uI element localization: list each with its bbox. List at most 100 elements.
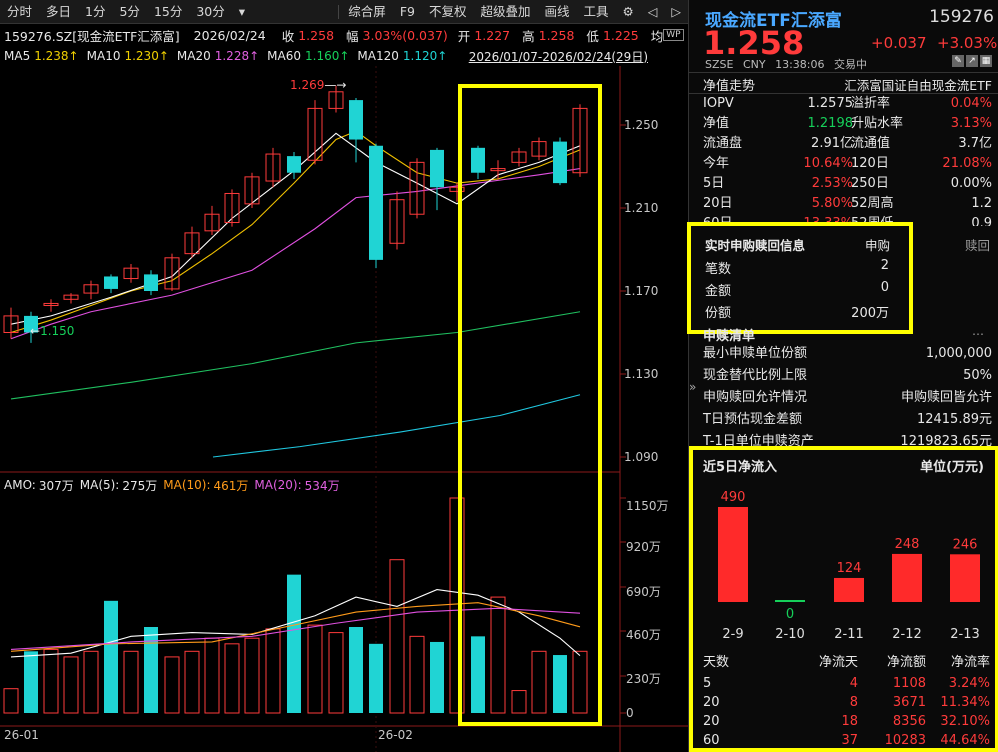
pencil-icon[interactable]: ✎ xyxy=(952,55,964,67)
collapse-arrow-icon[interactable]: » xyxy=(689,380,701,394)
volume-bar xyxy=(244,637,260,714)
fund-code: 159276 xyxy=(929,7,994,27)
period-tab-15min[interactable]: 15分 xyxy=(147,0,189,24)
netflow-table-cell: 5 xyxy=(703,676,712,691)
panel-tools: ✎ ↗ ▦ xyxy=(952,55,992,67)
volume-bar xyxy=(83,650,99,714)
netflow-bar xyxy=(834,577,864,602)
vol-axis-690: 690万 xyxy=(626,585,661,599)
nav-trend-link[interactable]: 净值走势 xyxy=(703,75,755,94)
subscription-section: 实时申购赎回信息 申购 赎回 笔数 2 金额 0 份额 200万 xyxy=(689,226,998,336)
sub-row-amount-value: 0 xyxy=(880,280,889,295)
avg-label: 均 xyxy=(650,28,664,44)
high-label: 高 xyxy=(522,28,535,44)
list-item: 现金替代比例上限 50% xyxy=(703,366,992,386)
period-tab-multiday[interactable]: 多日 xyxy=(39,0,78,24)
stat-value: 2.91亿 xyxy=(811,136,853,151)
list-item: T-1日单位申赎资产 1219823.65元 xyxy=(703,432,992,452)
date-axis-feb: 26-02 xyxy=(378,728,413,742)
chart-toolbar: 分时 多日 1分 5分 15分 30分 ▾ 综合屏 F9 不复权 超级叠加 画线… xyxy=(0,0,688,24)
grid-icon[interactable]: ▦ xyxy=(980,55,992,67)
volume-bar xyxy=(471,636,485,713)
stat-value: 3.13% xyxy=(950,116,992,131)
netflow-date-label: 2-11 xyxy=(834,627,864,642)
stat-value: 21.08% xyxy=(942,156,992,171)
volume-bar xyxy=(265,628,281,714)
volume-bar xyxy=(164,656,180,714)
netflow-table-cell: 10283 xyxy=(884,733,926,748)
netflow-bar xyxy=(775,600,805,602)
netflow-table-cell: 44.64% xyxy=(940,733,990,748)
stat-label: 升贴水率 xyxy=(851,116,904,131)
ma60-value: 1.160↑ xyxy=(305,49,350,63)
draw-line-button[interactable]: 画线 xyxy=(538,0,577,24)
stat-value: 5.80% xyxy=(811,196,853,211)
netflow-date-label: 2-9 xyxy=(722,627,743,642)
change-label: 幅 xyxy=(346,28,359,44)
volume-bar xyxy=(553,655,567,713)
tools-button[interactable]: 工具 xyxy=(577,0,616,24)
stat-value: 1.2575 xyxy=(807,96,854,111)
netflow-table-cell: 3671 xyxy=(892,695,926,710)
period-tab-timeshare[interactable]: 分时 xyxy=(0,0,39,24)
price-axis-1170: 1.170 xyxy=(624,284,659,298)
netflow-table-row: 60 37 10283 44.64% xyxy=(689,731,998,751)
stat-value: 0.04% xyxy=(950,96,992,111)
open-value: 1.227 xyxy=(474,27,511,43)
quote-info-bar: 159276.SZ[现金流ETF汇添富] 2026/02/24 收 1.258 … xyxy=(0,24,688,46)
netflow-title: 近5日净流入 xyxy=(703,460,778,475)
back-arrow-icon[interactable]: ◁ xyxy=(641,0,665,24)
link-icon[interactable]: ↗ xyxy=(966,55,978,67)
super-overlay-button[interactable]: 超级叠加 xyxy=(473,0,537,24)
volume-bar xyxy=(430,641,444,713)
candle-body xyxy=(104,276,118,289)
netflow-table-cell: 4 xyxy=(849,676,858,691)
volume-bar xyxy=(123,650,139,714)
volume-bar xyxy=(204,637,220,714)
vol-axis-1150: 1150万 xyxy=(626,499,669,513)
price-axis-1250: 1.250 xyxy=(624,118,659,132)
vol-ma10-value: 461万 xyxy=(213,478,249,493)
netflow-date-label: 2-13 xyxy=(950,627,980,642)
netflow-table-header-cell: 净流天 xyxy=(818,655,858,670)
trade-status: 交易中 xyxy=(834,58,867,71)
sub-row-shares-value: 200万 xyxy=(851,306,889,321)
ma120-value: 1.120↑ xyxy=(402,49,448,63)
quote-date: 2026/02/24 xyxy=(193,27,266,43)
ma120-line xyxy=(212,394,581,458)
period-tab-1min[interactable]: 1分 xyxy=(78,0,112,24)
period-dropdown-icon[interactable]: ▾ xyxy=(232,0,252,24)
settings-gear-icon[interactable]: ⚙ xyxy=(616,0,641,24)
subscription-col-purchase: 申购 xyxy=(865,238,891,253)
netflow-table-cell: 3.24% xyxy=(948,676,990,691)
stat-label: 溢折率 xyxy=(851,96,891,111)
forward-arrow-icon[interactable]: ▷ xyxy=(664,0,688,24)
stat-row: 5日 2.53% 250日 0.00% xyxy=(703,174,992,194)
composite-screen-button[interactable]: 综合屏 xyxy=(341,0,393,24)
stat-value: 2.53% xyxy=(811,176,853,191)
stat-label: 今年 xyxy=(703,156,730,171)
date-axis-jan: 26-01 xyxy=(4,728,39,742)
stat-label: 流通盘 xyxy=(703,136,743,151)
candle-body xyxy=(144,274,158,291)
date-range[interactable]: 2026/01/07-2026/02/24(29日) xyxy=(469,48,648,65)
netflow-table-row: 5 4 1108 3.24% xyxy=(689,674,998,694)
amo-value: 307万 xyxy=(38,478,74,493)
ma5-label: MA5 xyxy=(4,49,31,63)
f9-button[interactable]: F9 xyxy=(393,0,422,24)
period-tab-30min[interactable]: 30分 xyxy=(189,0,231,24)
volume-bar xyxy=(43,648,59,714)
subscription-col-redeem: 赎回 xyxy=(965,238,991,253)
vol-ma20-label: MA(20): xyxy=(254,478,302,492)
volume-bar xyxy=(572,650,588,714)
period-tab-5min[interactable]: 5分 xyxy=(112,0,146,24)
netflow-table-row: 20 8 3671 11.34% xyxy=(689,693,998,713)
wp-icon[interactable]: WP xyxy=(663,29,684,41)
list-item-label: 申购赎回允许情况 xyxy=(703,390,808,405)
exchange-row: SZSE CNY 13:38:06 交易中 xyxy=(705,56,867,72)
netflow-bar-label: 124 xyxy=(837,561,862,576)
kline-chart[interactable] xyxy=(0,66,688,752)
more-icon[interactable]: … xyxy=(972,324,984,338)
no-adjust-button[interactable]: 不复权 xyxy=(422,0,474,24)
volume-bar xyxy=(328,632,344,714)
